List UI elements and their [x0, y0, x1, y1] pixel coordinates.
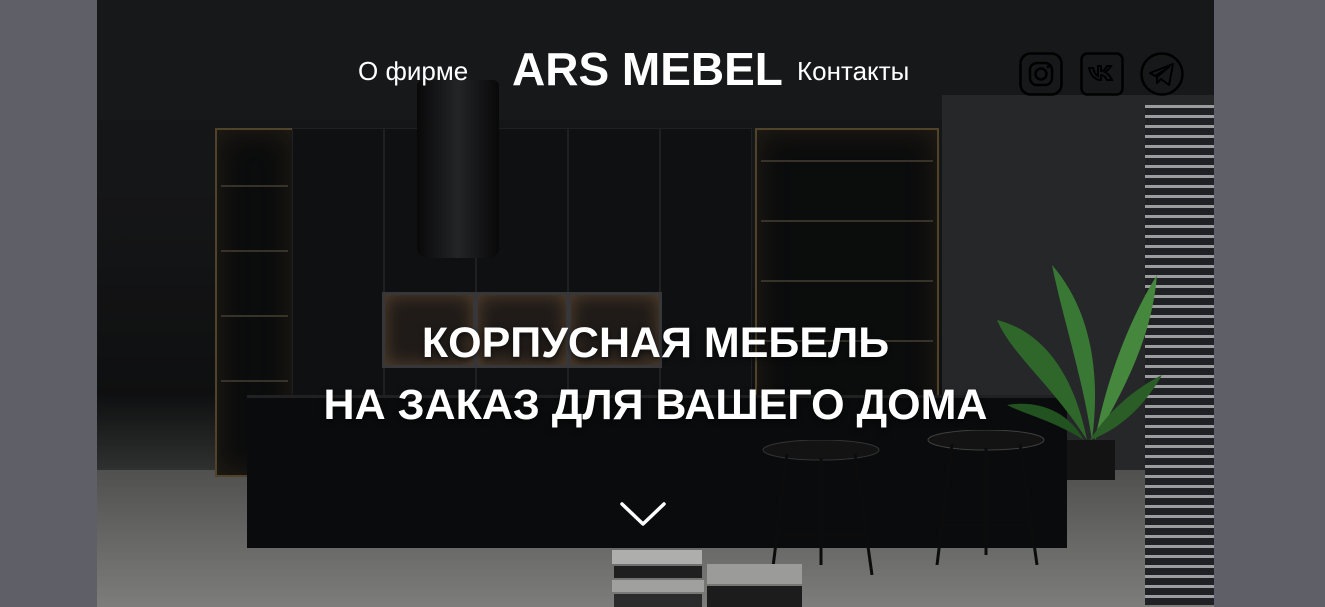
nav-link-contacts[interactable]: Контакты — [797, 56, 909, 87]
hero-headline: КОРПУСНАЯ МЕБЕЛЬ НА ЗАКАЗ ДЛЯ ВАШЕГО ДОМ… — [97, 312, 1214, 437]
telegram-link[interactable] — [1140, 52, 1184, 96]
telegram-icon — [1140, 52, 1184, 96]
hero-headline-line2: НА ЗАКАЗ ДЛЯ ВАШЕГО ДОМА — [323, 381, 988, 430]
site-logo[interactable]: ARS MEBEL — [512, 42, 783, 96]
vk-icon — [1080, 52, 1124, 96]
hero-headline-line1: КОРПУСНАЯ МЕБЕЛЬ — [421, 319, 890, 367]
chevron-down-icon[interactable] — [619, 498, 667, 530]
nav-link-about[interactable]: О фирме — [358, 56, 468, 87]
instagram-icon — [1019, 52, 1063, 96]
vk-link[interactable] — [1080, 52, 1124, 96]
hero-section: О фирме ARS MEBEL Контакты КОРПУСНАЯ МЕБ… — [97, 0, 1214, 607]
instagram-link[interactable] — [1019, 52, 1063, 96]
